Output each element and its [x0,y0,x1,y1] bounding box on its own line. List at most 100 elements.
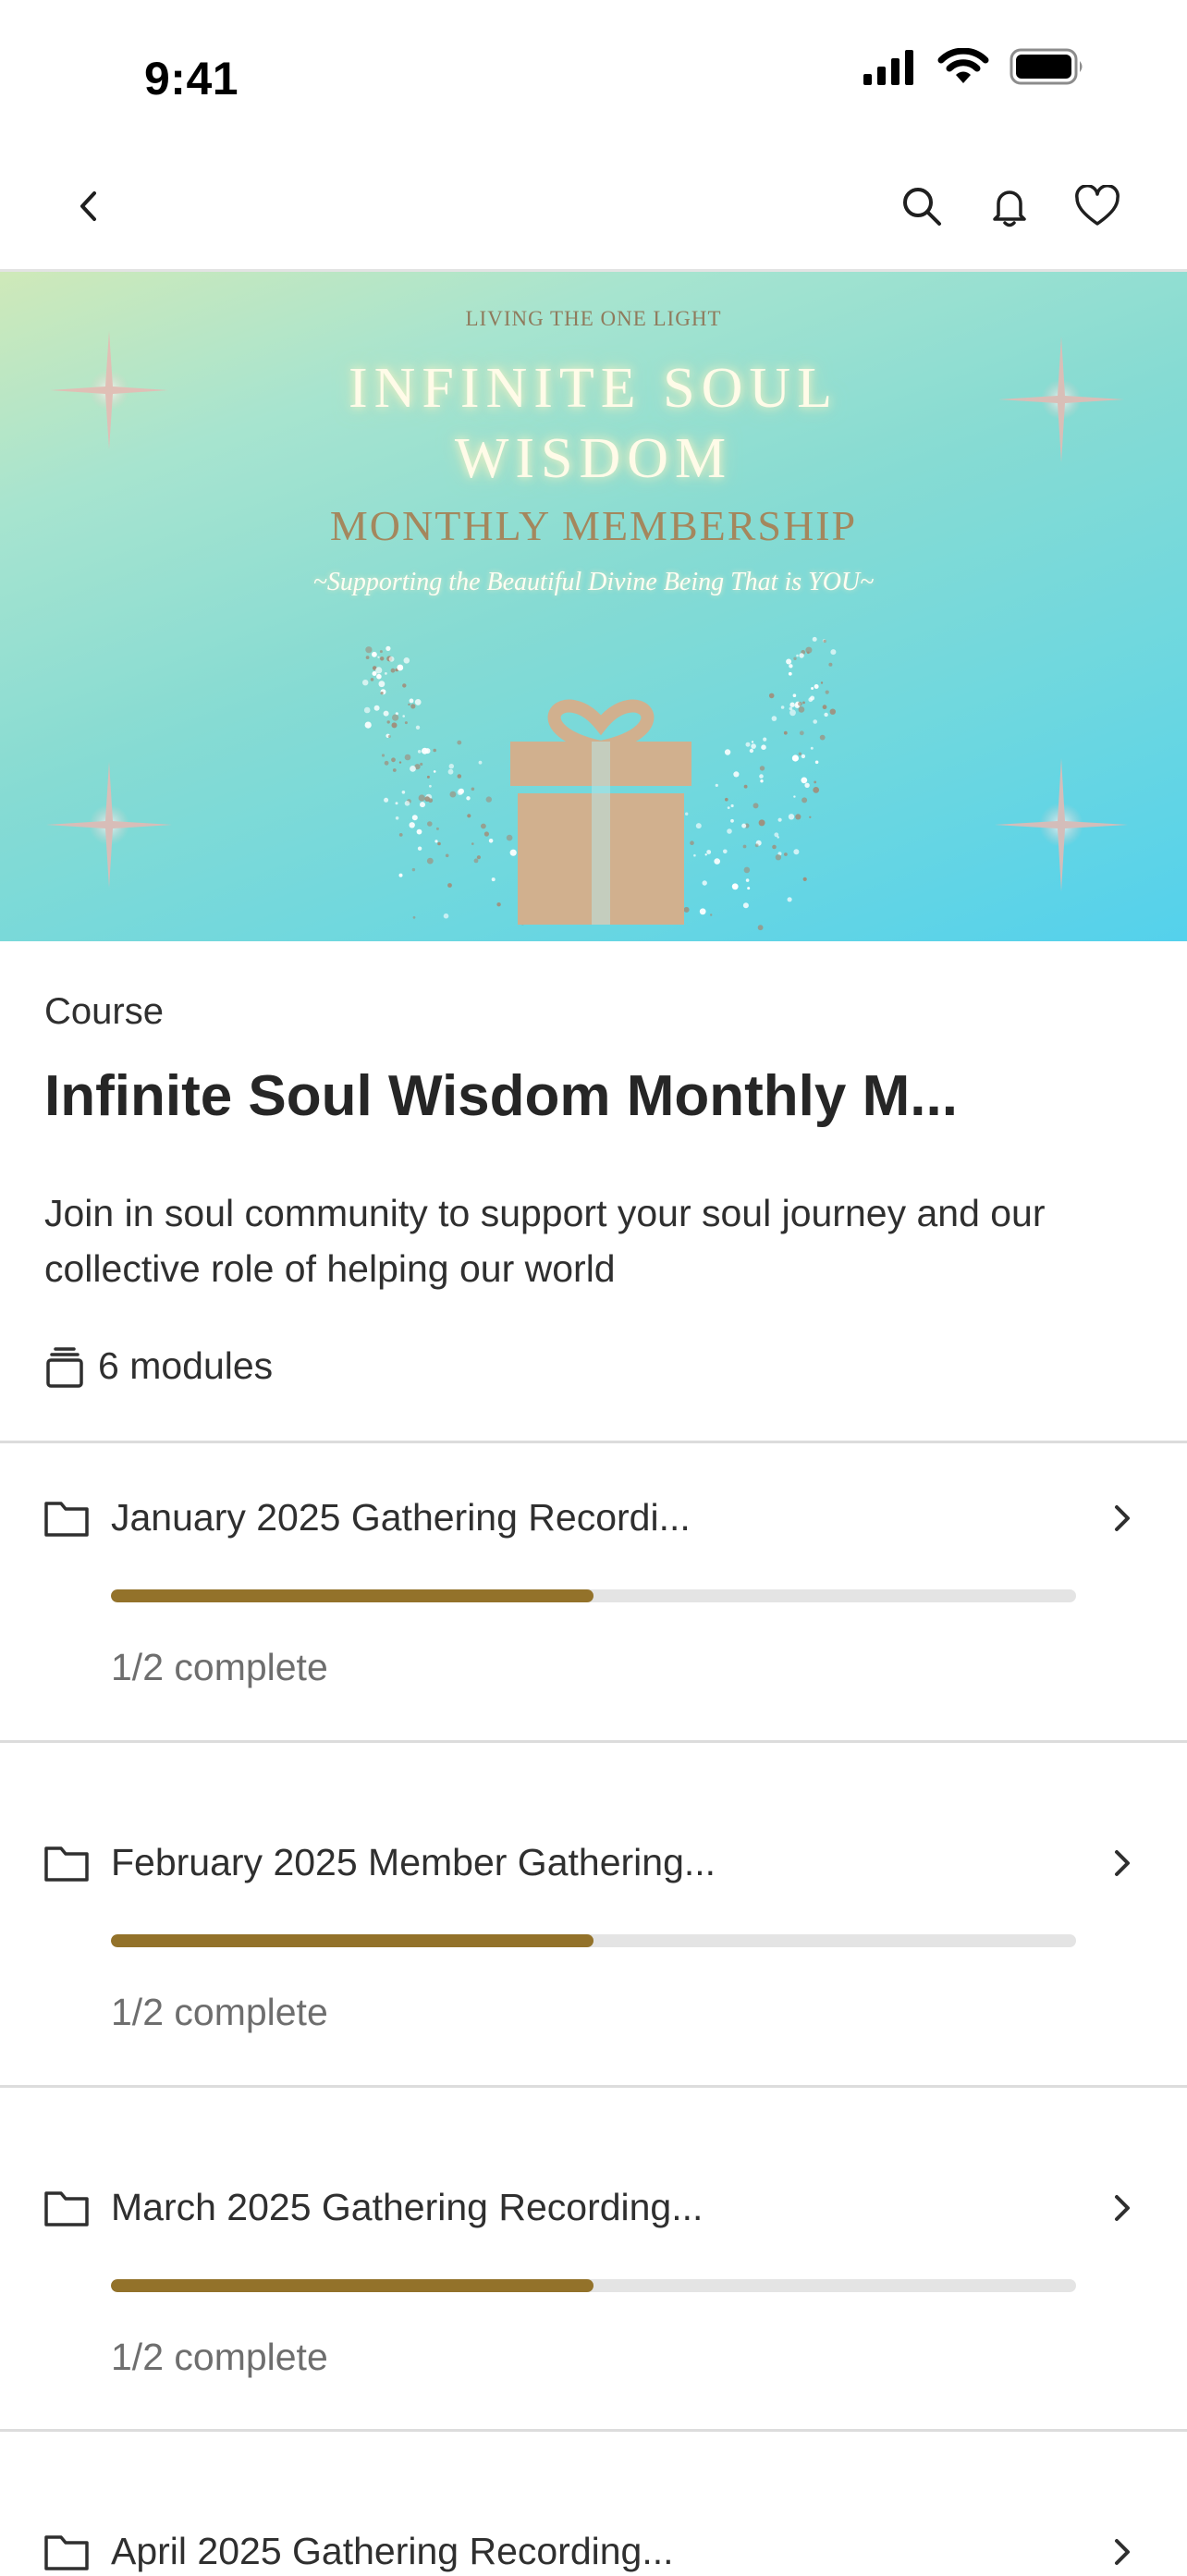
sparkle-dot [380,656,385,661]
sparkle-dot [362,680,369,686]
sparkle-dot [804,782,810,788]
sparkle-dot [457,774,462,779]
sparkle-dot [401,791,406,794]
chevron-right-icon [1115,1850,1130,1876]
sparkle-dot [789,709,796,717]
module-progress-bar [111,1589,1076,1602]
sparkle-dot [759,774,764,779]
sparkle-dot [364,721,372,729]
sparkle-dot [792,693,797,697]
sparkle-dot [820,681,824,684]
sparkle-dot [715,783,718,788]
sparkle-dot [410,766,416,772]
sparkle-dot [814,780,817,784]
favorite-button[interactable] [1071,179,1124,233]
sparkle-dot [775,854,782,861]
status-time: 9:41 [144,53,239,104]
sparkle-dot [789,702,795,707]
sparkle-dot [395,802,398,805]
sparkle-dot [434,840,438,843]
module-row-april[interactable]: April 2025 Gathering Recording... [0,2432,1187,2572]
sparkle-dot [433,748,437,753]
sparkle-dot [741,823,747,828]
sparkle-dot [388,656,395,662]
sparkle-dot [799,730,804,736]
module-row-february[interactable]: February 2025 Member Gathering... 1/2 co… [0,1743,1187,2048]
cellular-signal-icon [863,50,913,85]
sparkle-dot [363,706,371,714]
sparkle-dot [685,812,689,816]
sparkle-dot [403,657,410,664]
module-row-january[interactable]: January 2025 Gathering Recordi... 1/2 co… [0,1444,1187,1749]
wifi-icon [937,48,989,83]
notifications-button[interactable] [983,179,1036,233]
sparkle-dot [428,798,434,803]
sparkle-dot [424,748,431,754]
sparkle-dot [402,715,406,718]
hero-artwork [46,331,1128,931]
sparkle-dot [828,662,833,667]
sparkle-dot [777,817,782,822]
sparkle-dot [509,849,517,856]
sparkle-dot [457,740,462,745]
status-icons [862,48,1085,85]
sparkle-dot [743,866,751,874]
sparkle-dot [398,761,402,764]
sparkle-dot [414,699,422,705]
sparkle-dot [411,815,418,821]
sparkle-dot [802,877,807,882]
sparkle-dot [786,658,792,665]
sparkle-dot [448,764,454,769]
sparkle-dot [437,841,441,846]
sparkle-dot [377,656,380,658]
sparkle-dot [402,683,407,688]
sparkle-dot [376,673,382,680]
sparkle-dot [397,664,404,671]
module-status: 1/2 complete [111,1646,328,1688]
sparkle-dot [690,840,694,845]
sparkle-dot [693,853,696,857]
sparkle-dot [768,693,775,699]
sparkle-dot [481,823,486,829]
sparkle-dot [801,777,808,784]
module-progress-fill [111,2279,594,2292]
sparkle-dot [395,816,399,820]
sparkle-dot [392,768,397,772]
sparkle-dot [485,796,492,803]
sparkle-dot [829,708,836,715]
sparkle-dot [365,656,370,659]
sparkle-dot [802,797,808,803]
sparkle-dot [802,701,805,705]
back-button[interactable] [63,179,116,233]
sparkle-dot [757,925,764,931]
sparkle-dot [742,902,749,909]
sparkle-dot [467,814,471,818]
module-row-march[interactable]: March 2025 Gathering Recording... 1/2 co… [0,2088,1187,2393]
folder-icon [44,2191,89,2226]
sparkle-dot [683,906,690,913]
sparkle-dot [791,754,800,762]
sparkle-dot [695,823,702,829]
module-status: 1/2 complete [111,2336,328,2378]
sparkle-dot [426,857,434,865]
sparkle-dot [788,671,792,676]
sparkle-dot [727,828,732,834]
sparkle-dot [370,678,374,681]
sparkle-dot [385,672,387,675]
sparkle-dot [714,858,720,865]
sparkle-dot [784,853,788,856]
sparkle-dot [410,704,416,709]
sparkle-dot [386,720,390,724]
search-button[interactable] [895,179,948,233]
module-progress-bar [111,1934,1076,1947]
gift-box-icon [510,699,691,925]
sparkle-dot [787,897,792,902]
sparkle-dot [793,795,796,798]
sparkle-dot [404,721,408,725]
sparkle-dot [471,787,475,791]
sparkle-dot [491,877,496,882]
sparkle-dot [478,760,483,765]
sparkle-dot [384,797,389,803]
sparkle-dot [704,853,707,856]
sparkle-dot [496,902,501,907]
